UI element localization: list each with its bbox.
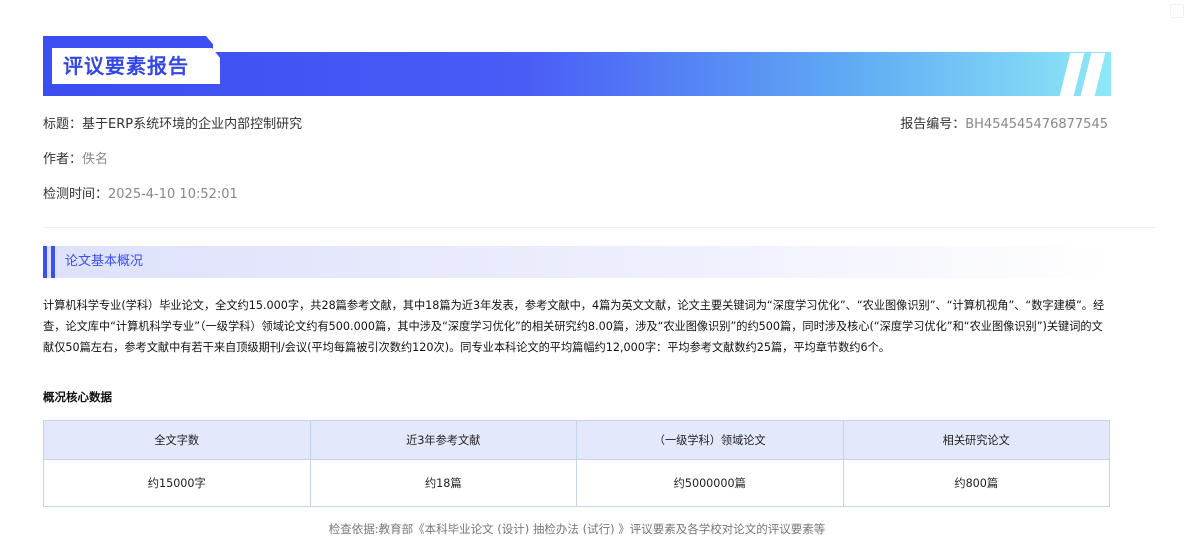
title-value: 基于ERP系统环境的企业内部控制研究 <box>82 117 303 132</box>
divider <box>43 227 1155 228</box>
section-header: 论文基本概况 <box>43 246 1111 278</box>
report-banner: 评议要素报告 <box>43 36 1111 96</box>
title-label: 标题： <box>43 117 83 132</box>
section-title: 论文基本概况 <box>65 254 144 269</box>
section-bar <box>51 246 55 278</box>
table-cell: 约15000字 <box>43 459 311 507</box>
corner-mark <box>1170 4 1184 18</box>
core-data-table: 全文字数 近3年参考文献 （一级学科）领域论文 相关研究论文 约15000字 约… <box>43 420 1110 507</box>
table-header-cell: （一级学科）领域论文 <box>576 420 844 460</box>
meta-time-row: 检测时间：2025-4-10 10:52:01 <box>43 186 238 204</box>
table-row: 约15000字 约18篇 约5000000篇 约800篇 <box>43 459 1110 507</box>
meta-title-row: 标题：基于ERP系统环境的企业内部控制研究 <box>43 116 302 134</box>
meta-author-row: 作者：佚名 <box>43 151 108 169</box>
report-number-value: BH454545476877545 <box>965 117 1108 132</box>
author-value: 佚名 <box>82 152 109 167</box>
table-header-cell: 近3年参考文献 <box>309 420 577 460</box>
page-title: 评议要素报告 <box>63 54 189 78</box>
table-cell: 约800篇 <box>842 459 1110 507</box>
table-header-cell: 相关研究论文 <box>842 420 1110 460</box>
core-data-title: 概况核心数据 <box>43 390 112 404</box>
table-cell: 约18篇 <box>309 459 577 507</box>
author-label: 作者： <box>43 152 83 167</box>
table-header-row: 全文字数 近3年参考文献 （一级学科）领域论文 相关研究论文 <box>43 420 1110 460</box>
time-label: 检测时间： <box>43 187 109 202</box>
footer-note: 检查依据:教育部《本科毕业论文 (设计) 抽检办法 (试行) 》评议要素及各学校… <box>328 522 826 536</box>
report-page: 评议要素报告 标题：基于ERP系统环境的企业内部控制研究 报告编号：BH4545… <box>0 0 1198 557</box>
table-cell: 约5000000篇 <box>576 459 844 507</box>
report-number-row: 报告编号：BH454545476877545 <box>900 116 1108 134</box>
section-bar <box>43 246 47 278</box>
time-value: 2025-4-10 10:52:01 <box>108 187 238 202</box>
overview-paragraph: 计算机科学专业(学科）毕业论文，全文约15.000字，共28篇参考文献，其中18… <box>43 299 1105 354</box>
table-header-cell: 全文字数 <box>43 420 311 460</box>
report-number-label: 报告编号： <box>900 117 966 132</box>
